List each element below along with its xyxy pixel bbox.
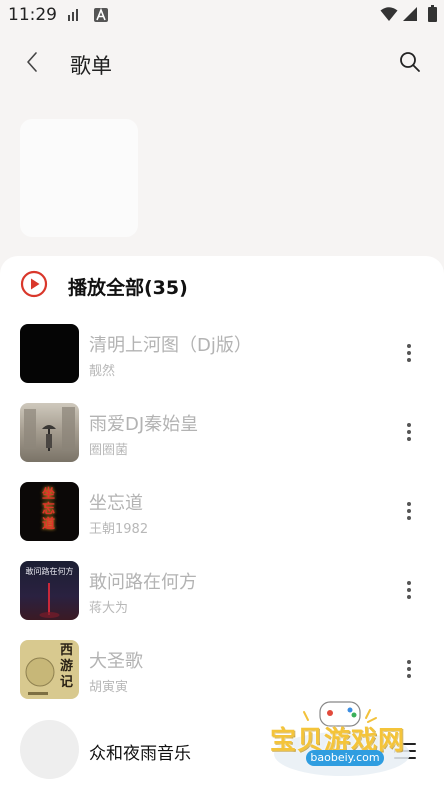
song-title: 大圣歌	[89, 651, 143, 672]
mini-player-title[interactable]: 众和夜雨音乐	[89, 739, 191, 764]
song-list-card: 播放全部(35) 清明上河图（Dj版） 靓然 雨爱DJ秦始皇 圈圈菌 坐忘道 坐…	[0, 256, 444, 789]
page-title: 歌单	[70, 54, 112, 78]
song-cover: 坐忘道	[20, 482, 79, 541]
play-all-button[interactable]: 播放全部(35)	[20, 270, 280, 302]
song-cover: 敢问路在何方	[20, 561, 79, 620]
chevron-left-icon	[25, 51, 39, 77]
playlist-header	[0, 94, 444, 264]
song-artist: 胡寅寅	[89, 680, 129, 695]
song-title: 雨爱DJ秦始皇	[89, 414, 199, 435]
status-time: 11:29	[8, 5, 57, 25]
mini-player-cover[interactable]	[20, 720, 79, 779]
more-options-button[interactable]	[397, 655, 421, 683]
song-cover: 西游记	[20, 640, 79, 699]
play-all-label: 播放全部(35)	[68, 276, 188, 299]
more-options-button[interactable]	[397, 339, 421, 367]
playlist-button[interactable]	[390, 736, 420, 766]
wifi-icon	[380, 6, 398, 26]
song-title: 敢问路在何方	[89, 572, 197, 593]
song-list: 清明上河图（Dj版） 靓然 雨爱DJ秦始皇 圈圈菌 坐忘道 坐忘道 王朝1982…	[0, 324, 444, 739]
song-row[interactable]: 敢问路在何方 敢问路在何方 蒋大为	[0, 561, 444, 640]
song-row[interactable]: 清明上河图（Dj版） 靓然	[0, 324, 444, 403]
song-title: 清明上河图（Dj版）	[89, 335, 252, 356]
back-button[interactable]	[14, 46, 50, 82]
song-cover	[20, 324, 79, 383]
battery-icon	[428, 5, 437, 26]
search-icon	[399, 51, 421, 77]
more-options-button[interactable]	[397, 576, 421, 604]
header: 歌单	[0, 36, 444, 94]
song-title: 坐忘道	[89, 493, 143, 514]
song-row[interactable]: 西游记 大圣歌 胡寅寅	[0, 640, 444, 719]
playlist-queue-icon	[390, 743, 420, 770]
song-row[interactable]: 雨爱DJ秦始皇 圈圈菌	[0, 403, 444, 482]
status-bar: 11:29	[0, 0, 444, 32]
song-artist: 靓然	[89, 364, 116, 379]
song-artist: 蒋大为	[89, 601, 129, 616]
more-options-button[interactable]	[397, 418, 421, 446]
song-cover	[20, 403, 79, 462]
play-circle-icon	[20, 270, 48, 302]
song-cover-text: 坐忘道	[42, 487, 56, 532]
song-cover-text: 西游记	[60, 643, 74, 690]
mini-player: 众和夜雨音乐	[0, 712, 444, 789]
more-options-button[interactable]	[397, 497, 421, 525]
notification-a-icon	[94, 7, 108, 26]
cell-signal-icon	[402, 6, 418, 26]
song-artist: 圈圈菌	[89, 443, 129, 458]
song-row[interactable]: 坐忘道 坐忘道 王朝1982	[0, 482, 444, 561]
playlist-cover[interactable]	[20, 119, 138, 237]
signal-bars-icon	[68, 7, 80, 26]
search-button[interactable]	[392, 46, 428, 82]
song-artist: 王朝1982	[89, 522, 149, 537]
